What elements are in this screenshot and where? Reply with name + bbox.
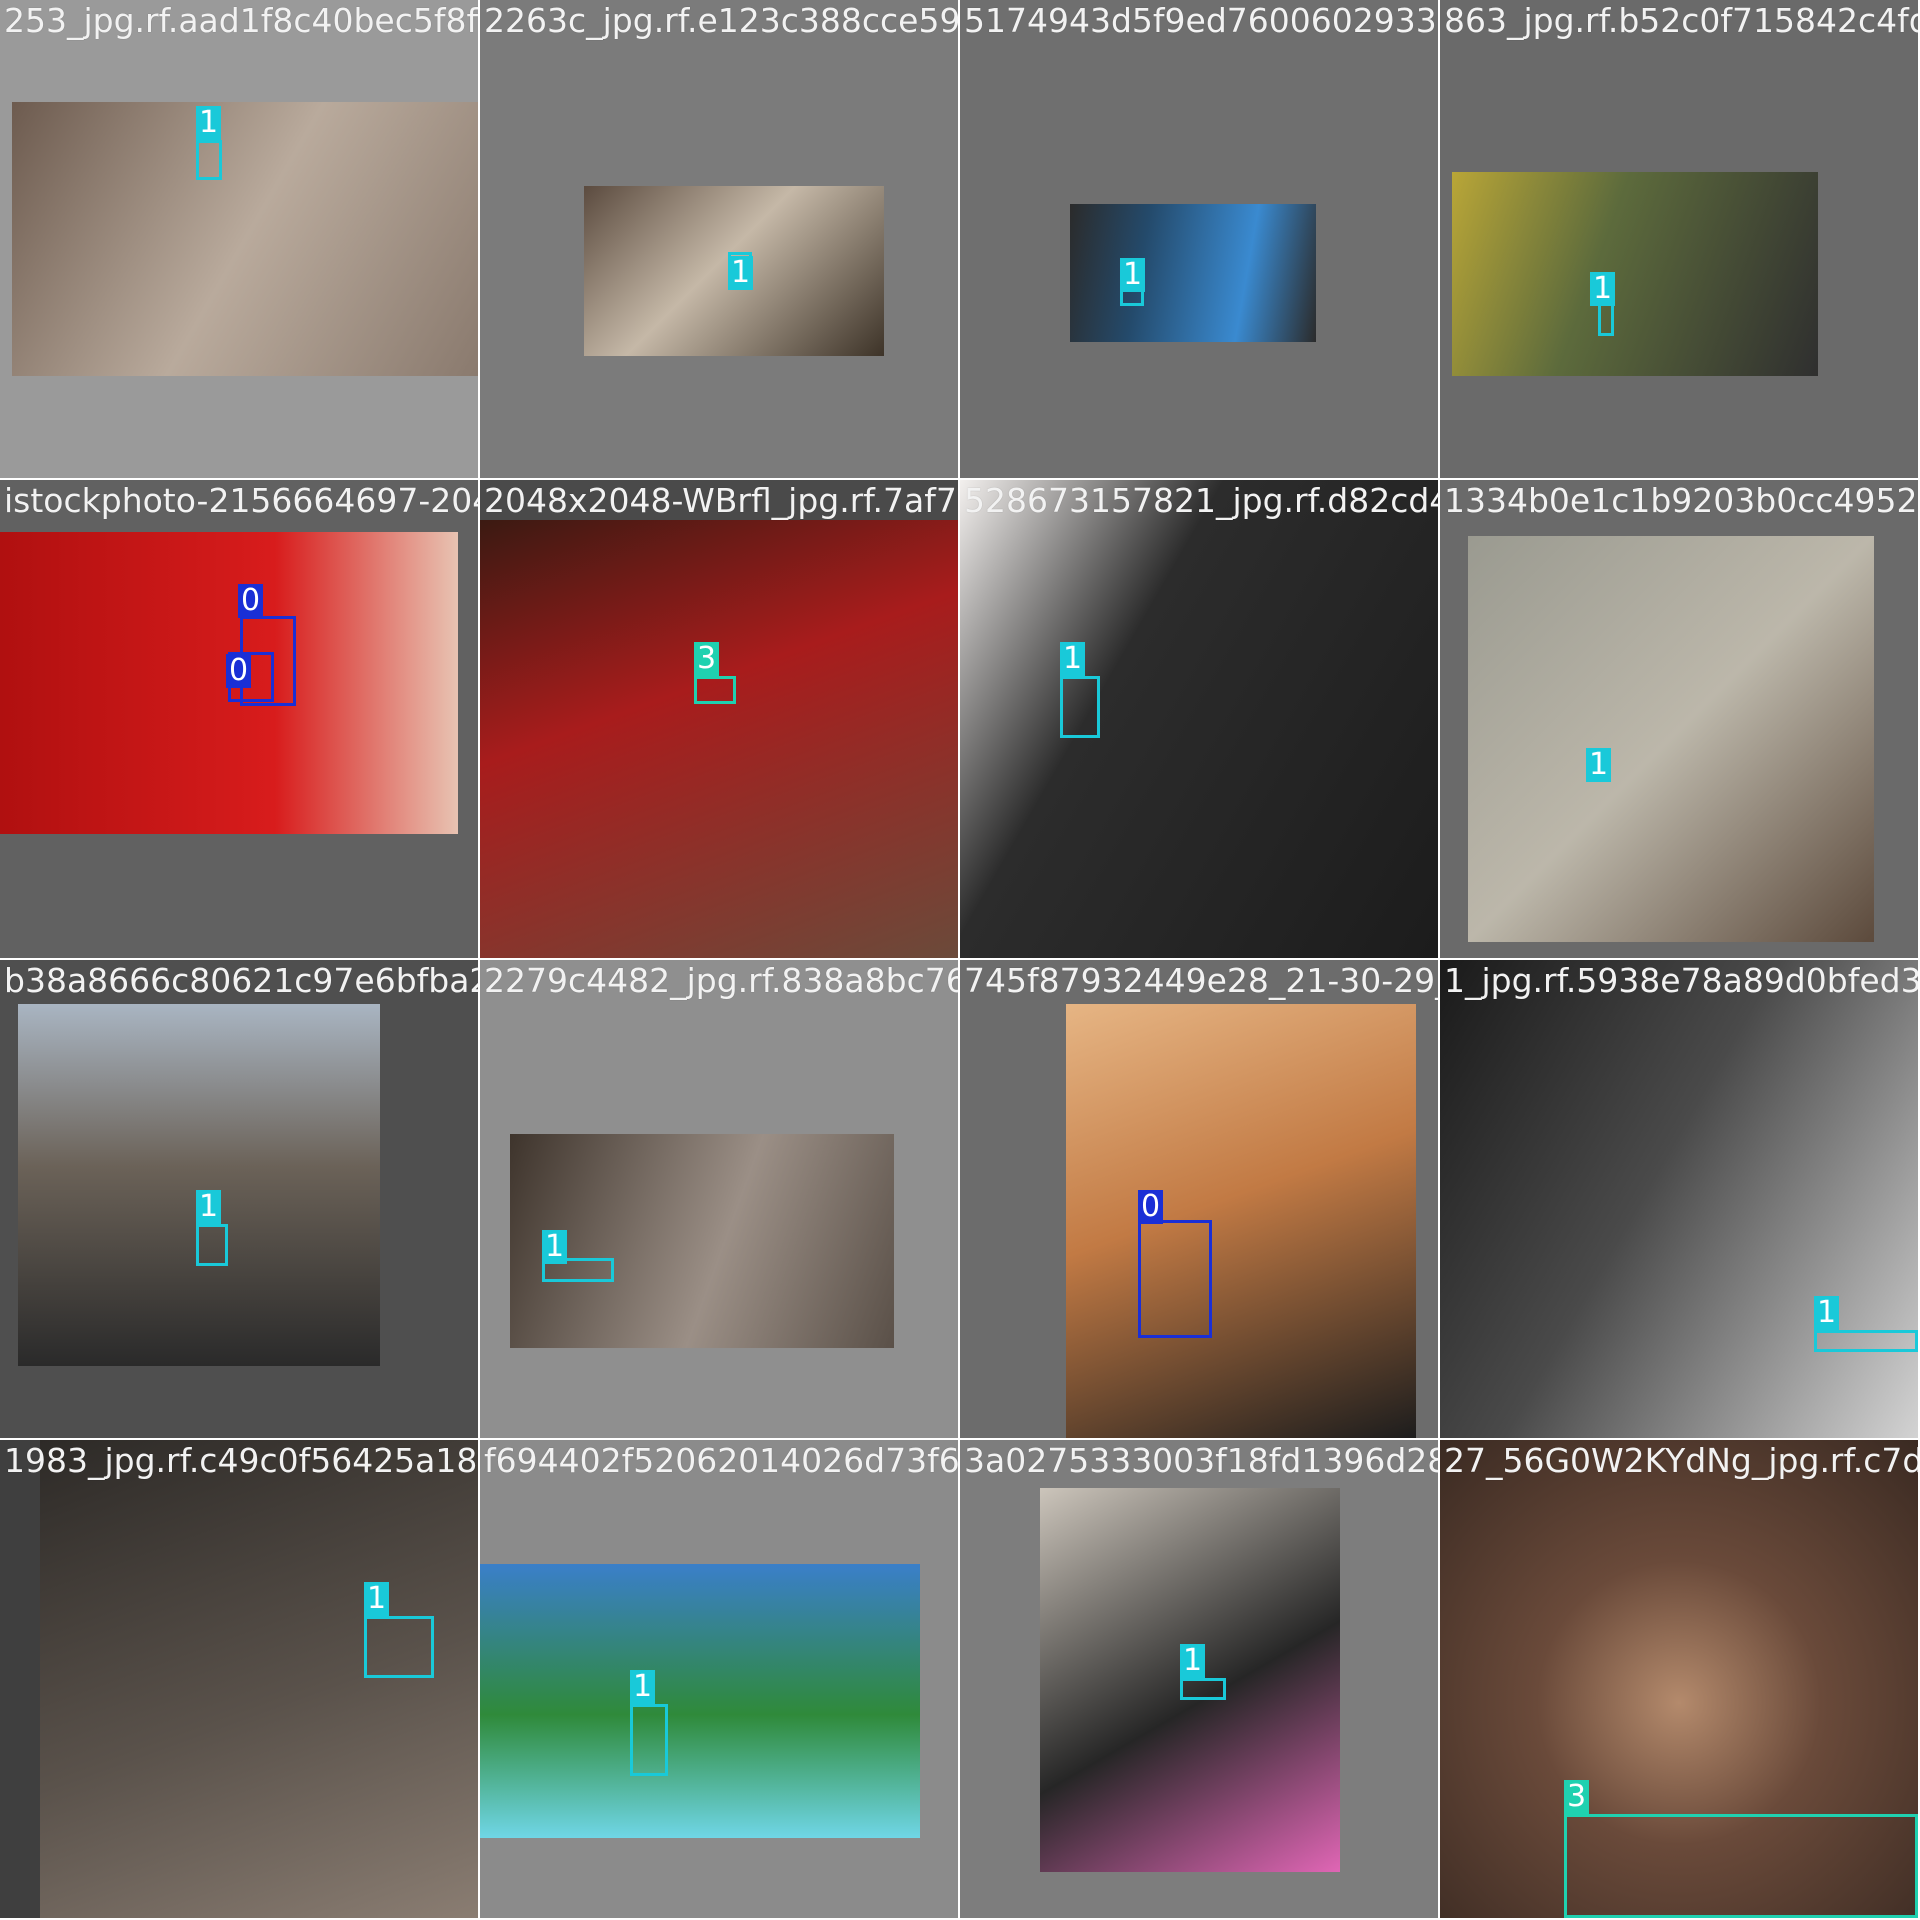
bbox-label: 1 <box>1120 258 1146 292</box>
image-tile: 0 745f87932449e28_21-30-29_jpg.rf.5938e7… <box>960 960 1438 1438</box>
bbox-cigarette <box>364 1616 434 1678</box>
bbox-label: 3 <box>1564 1780 1590 1814</box>
photo <box>12 102 478 376</box>
bbox-label: 1 <box>630 1670 656 1704</box>
bbox-label: 1 <box>1814 1296 1840 1330</box>
bbox-label: 0 <box>1138 1190 1164 1224</box>
bbox-label: 1 <box>542 1230 568 1264</box>
bbox-label: 1 <box>728 256 754 290</box>
grid-divider <box>0 1438 1920 1440</box>
image-tile: 3 2048x2048-WBrfl_jpg.rf.7af708f52867315… <box>480 480 958 958</box>
grid-divider <box>1438 0 1440 1920</box>
image-filename: 3a0275333003f18fd1396d2827_56G0W2KYdNg <box>964 1441 1438 1480</box>
bbox-label: 1 <box>196 106 222 140</box>
photo <box>960 480 1438 958</box>
grid-divider <box>958 0 960 1920</box>
grid-divider <box>0 958 1920 960</box>
grid-divider <box>478 0 480 1920</box>
image-tile: 3 27_56G0W2KYdNg_jpg.rf.c7d3 <box>1440 1440 1918 1918</box>
image-filename: 1_jpg.rf.5938e78a89d0bfed3 <box>1444 961 1918 1000</box>
bbox-label: 0 <box>226 654 252 688</box>
bbox-cigarette <box>1180 1678 1226 1700</box>
bbox-label: 1 <box>1586 748 1612 782</box>
image-filename: b38a8666c80621c97e6bfba2279c4482_jpg.rf.… <box>4 961 478 1000</box>
image-tile: 1 5174943d5f9ed76006029338633_jpg.rf.b52… <box>960 0 1438 478</box>
image-tile: 1 f694402f52062014026d73f663a0275333003f… <box>480 1440 958 1918</box>
image-filename: f694402f52062014026d73f663a0275333003f18 <box>484 1441 958 1480</box>
image-filename: istockphoto-2156664697-2048x2048-WBrfl_j… <box>4 481 478 520</box>
image-tile: 1 b38a8666c80621c97e6bfba2279c4482_jpg.r… <box>0 960 478 1438</box>
photo <box>480 1564 920 1838</box>
image-filename: 2279c4482_jpg.rf.838a8bc76cf451f87932449… <box>484 961 958 1000</box>
image-filename: 5174943d5f9ed76006029338633_jpg.rf.b52c0… <box>964 1 1438 40</box>
photo <box>1440 960 1918 1438</box>
image-tile: 1 3a0275333003f18fd1396d2827_56G0W2KYdNg <box>960 1440 1438 1918</box>
photo <box>1070 204 1316 342</box>
image-filename: 528673157821_jpg.rf.d82cd4ffe436352133 <box>964 481 1438 520</box>
photo <box>510 1134 894 1348</box>
photo <box>1452 172 1818 376</box>
bbox-label: 0 <box>238 584 264 618</box>
detection-grid: 1 253_jpg.rf.aad1f8c40bec5f8f2263c_jpg.r… <box>0 0 1920 1920</box>
bbox-smoking <box>694 676 736 704</box>
image-filename: 1334b0e1c1b9203b0cc4952cc <box>1444 481 1918 520</box>
image-tile: 1 528673157821_jpg.rf.d82cd4ffe436352133 <box>960 480 1438 958</box>
bbox-label: 1 <box>1590 272 1616 306</box>
image-filename: 2048x2048-WBrfl_jpg.rf.7af708f5286731578… <box>484 481 958 520</box>
bbox-label: 1 <box>1060 642 1086 676</box>
image-tile: 1 863_jpg.rf.b52c0f715842c4fd3a <box>1440 0 1918 478</box>
photo <box>18 1004 380 1366</box>
bbox-smoking <box>1564 1814 1918 1918</box>
bbox-label: 1 <box>364 1582 390 1616</box>
image-filename: 253_jpg.rf.aad1f8c40bec5f8f2263c_jpg.rf.… <box>4 1 478 40</box>
bbox-label: 1 <box>1180 1644 1206 1678</box>
bbox-cigarette <box>630 1704 668 1776</box>
bbox-label: 3 <box>694 642 720 676</box>
image-tile: 1 2263c_jpg.rf.e123c388cce5955174943d5f9… <box>480 0 958 478</box>
image-filename: 2263c_jpg.rf.e123c388cce5955174943d5f9ed… <box>484 1 958 40</box>
bbox-cigarette <box>196 140 222 180</box>
bbox-label: 1 <box>196 1190 222 1224</box>
image-filename: 745f87932449e28_21-30-29_jpg.rf.5938e78a… <box>964 961 1438 1000</box>
bbox-cigarette <box>196 1224 228 1266</box>
image-tile: 1 1334b0e1c1b9203b0cc4952cc <box>1440 480 1918 958</box>
image-tile: 1 253_jpg.rf.aad1f8c40bec5f8f2263c_jpg.r… <box>0 0 478 478</box>
bbox-vape <box>1138 1220 1212 1338</box>
image-filename: 863_jpg.rf.b52c0f715842c4fd3a <box>1444 1 1918 40</box>
image-tile: 1 1983_jpg.rf.c49c0f56425a18f694402f5206… <box>0 1440 478 1918</box>
grid-divider <box>0 478 1920 480</box>
image-tile: 0 0 istockphoto-2156664697-2048x2048-WBr… <box>0 480 478 958</box>
photo <box>1066 1004 1416 1438</box>
image-tile: 1 1_jpg.rf.5938e78a89d0bfed3 <box>1440 960 1918 1438</box>
bbox-cigarette <box>1060 676 1100 738</box>
photo <box>1468 536 1874 942</box>
image-tile: 1 2279c4482_jpg.rf.838a8bc76cf451f879324… <box>480 960 958 1438</box>
bbox-cigarette <box>1814 1330 1918 1352</box>
photo <box>480 520 958 958</box>
photo <box>40 1440 478 1918</box>
image-filename: 1983_jpg.rf.c49c0f56425a18f694402f520620… <box>4 1441 478 1480</box>
image-filename: 27_56G0W2KYdNg_jpg.rf.c7d3 <box>1444 1441 1918 1480</box>
